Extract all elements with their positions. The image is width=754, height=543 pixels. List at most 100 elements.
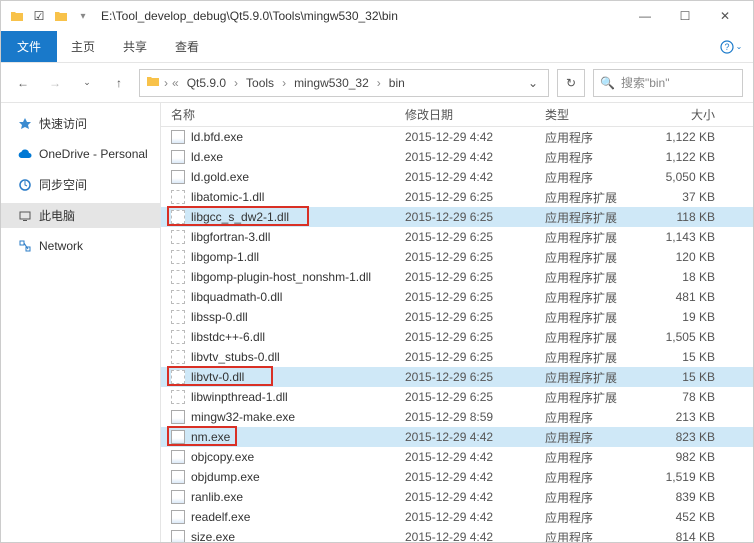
help-button[interactable]: ?⌄ xyxy=(709,31,753,62)
file-icon xyxy=(171,330,185,344)
file-icon xyxy=(171,290,185,304)
file-row[interactable]: libgomp-1.dll2015-12-29 6:25应用程序扩展120 KB xyxy=(161,247,753,267)
file-type: 应用程序扩展 xyxy=(545,329,655,346)
file-row[interactable]: libvtv-0.dll2015-12-29 6:25应用程序扩展15 KB xyxy=(161,367,753,387)
search-icon: 🔍 xyxy=(600,76,615,90)
file-icon xyxy=(171,190,185,204)
file-row[interactable]: ranlib.exe2015-12-29 4:42应用程序839 KB xyxy=(161,487,753,507)
up-button[interactable]: ↑ xyxy=(107,71,131,95)
file-row[interactable]: ld.gold.exe2015-12-29 4:42应用程序5,050 KB xyxy=(161,167,753,187)
addressbar[interactable]: › « Qt5.9.0 › Tools › mingw530_32 › bin … xyxy=(139,69,549,97)
file-row[interactable]: ld.exe2015-12-29 4:42应用程序1,122 KB xyxy=(161,147,753,167)
file-name: libgfortran-3.dll xyxy=(191,230,270,244)
file-row[interactable]: libquadmath-0.dll2015-12-29 6:25应用程序扩展48… xyxy=(161,287,753,307)
file-type: 应用程序扩展 xyxy=(545,229,655,246)
file-row[interactable]: readelf.exe2015-12-29 4:42应用程序452 KB xyxy=(161,507,753,527)
file-name: libgcc_s_dw2-1.dll xyxy=(191,210,289,224)
file-type: 应用程序 xyxy=(545,469,655,486)
file-date: 2015-12-29 6:25 xyxy=(405,370,545,384)
file-type: 应用程序 xyxy=(545,489,655,506)
chevron-right-icon[interactable]: › xyxy=(282,76,286,90)
file-name: ld.exe xyxy=(191,150,223,164)
file-row[interactable]: libgomp-plugin-host_nonshm-1.dll2015-12-… xyxy=(161,267,753,287)
file-row[interactable]: nm.exe2015-12-29 4:42应用程序823 KB xyxy=(161,427,753,447)
file-name: libvtv-0.dll xyxy=(191,370,244,384)
breadcrumb[interactable]: Qt5.9.0 xyxy=(183,76,230,90)
menu-file[interactable]: 文件 xyxy=(1,31,57,62)
file-row[interactable]: libvtv_stubs-0.dll2015-12-29 6:25应用程序扩展1… xyxy=(161,347,753,367)
file-date: 2015-12-29 4:42 xyxy=(405,450,545,464)
sidebar-item[interactable]: 此电脑 xyxy=(1,203,160,228)
breadcrumb[interactable]: mingw530_32 xyxy=(290,76,373,90)
menu-share[interactable]: 共享 xyxy=(109,31,161,62)
file-row[interactable]: libgfortran-3.dll2015-12-29 6:25应用程序扩展1,… xyxy=(161,227,753,247)
qa-checkbox-icon[interactable]: ☑ xyxy=(31,8,47,24)
file-icon xyxy=(171,350,185,364)
file-row[interactable]: objcopy.exe2015-12-29 4:42应用程序982 KB xyxy=(161,447,753,467)
chevron-right-icon[interactable]: › xyxy=(234,76,238,90)
file-type: 应用程序 xyxy=(545,529,655,543)
chevron-right-icon[interactable]: › xyxy=(377,76,381,90)
refresh-button[interactable]: ↻ xyxy=(557,69,585,97)
sidebar-item[interactable]: 同步空间 xyxy=(1,172,160,197)
file-date: 2015-12-29 6:25 xyxy=(405,330,545,344)
file-size: 1,505 KB xyxy=(655,330,725,344)
header-name[interactable]: 名称 xyxy=(161,106,405,123)
qa-folder-icon[interactable] xyxy=(53,8,69,24)
file-date: 2015-12-29 6:25 xyxy=(405,230,545,244)
menu-home[interactable]: 主页 xyxy=(57,31,109,62)
file-row[interactable]: objdump.exe2015-12-29 4:42应用程序1,519 KB xyxy=(161,467,753,487)
file-row[interactable]: mingw32-make.exe2015-12-29 8:59应用程序213 K… xyxy=(161,407,753,427)
folder-icon xyxy=(146,74,160,91)
breadcrumb[interactable]: bin xyxy=(385,76,409,90)
file-row[interactable]: size.exe2015-12-29 4:42应用程序814 KB xyxy=(161,527,753,542)
breadcrumb[interactable]: Tools xyxy=(242,76,278,90)
file-row[interactable]: libatomic-1.dll2015-12-29 6:25应用程序扩展37 K… xyxy=(161,187,753,207)
file-row[interactable]: ld.bfd.exe2015-12-29 4:42应用程序1,122 KB xyxy=(161,127,753,147)
chevron-right-icon[interactable]: › xyxy=(164,76,168,90)
filelist[interactable]: ld.bfd.exe2015-12-29 4:42应用程序1,122 KBld.… xyxy=(161,127,753,542)
file-size: 15 KB xyxy=(655,350,725,364)
file-size: 118 KB xyxy=(655,210,725,224)
sidebar-item[interactable]: OneDrive - Personal xyxy=(1,142,160,166)
file-size: 814 KB xyxy=(655,530,725,542)
header-date[interactable]: 修改日期 xyxy=(405,106,545,123)
sync-icon xyxy=(17,177,33,193)
forward-button[interactable]: → xyxy=(43,71,67,95)
header-type[interactable]: 类型 xyxy=(545,106,655,123)
header-size[interactable]: 大小 xyxy=(655,106,725,123)
back-button[interactable]: ← xyxy=(11,71,35,95)
sidebar-item-label: 快速访问 xyxy=(39,115,87,132)
file-size: 823 KB xyxy=(655,430,725,444)
search-input[interactable]: 🔍 搜索"bin" xyxy=(593,69,743,97)
file-name: libwinpthread-1.dll xyxy=(191,390,288,404)
recent-dropdown[interactable]: ⌄ xyxy=(75,71,99,95)
network-icon xyxy=(17,238,33,254)
qa-dropdown-icon[interactable]: ▾ xyxy=(75,8,91,24)
addressbar-extra: « xyxy=(172,76,179,90)
file-row[interactable]: libgcc_s_dw2-1.dll2015-12-29 6:25应用程序扩展1… xyxy=(161,207,753,227)
minimize-button[interactable]: — xyxy=(625,2,665,30)
file-row[interactable]: libssp-0.dll2015-12-29 6:25应用程序扩展19 KB xyxy=(161,307,753,327)
cloud-icon xyxy=(17,146,33,162)
search-placeholder: 搜索"bin" xyxy=(621,74,670,91)
file-icon xyxy=(171,170,185,184)
file-size: 78 KB xyxy=(655,390,725,404)
close-button[interactable]: ✕ xyxy=(705,2,745,30)
sidebar: 快速访问 OneDrive - Personal 同步空间此电脑 Network xyxy=(1,103,161,542)
file-icon xyxy=(171,270,185,284)
menu-view[interactable]: 查看 xyxy=(161,31,213,62)
file-date: 2015-12-29 4:42 xyxy=(405,490,545,504)
menubar: 文件 主页 共享 查看 ?⌄ xyxy=(1,31,753,63)
sidebar-item[interactable]: Network xyxy=(1,234,160,258)
file-row[interactable]: libwinpthread-1.dll2015-12-29 6:25应用程序扩展… xyxy=(161,387,753,407)
address-dropdown-icon[interactable]: ⌄ xyxy=(524,76,542,90)
file-icon xyxy=(171,410,185,424)
file-date: 2015-12-29 6:25 xyxy=(405,390,545,404)
sidebar-item-label: Network xyxy=(39,239,83,253)
maximize-button[interactable]: ☐ xyxy=(665,2,705,30)
file-row[interactable]: libstdc++-6.dll2015-12-29 6:25应用程序扩展1,50… xyxy=(161,327,753,347)
file-size: 982 KB xyxy=(655,450,725,464)
file-name: libatomic-1.dll xyxy=(191,190,264,204)
sidebar-item[interactable]: 快速访问 xyxy=(1,111,160,136)
